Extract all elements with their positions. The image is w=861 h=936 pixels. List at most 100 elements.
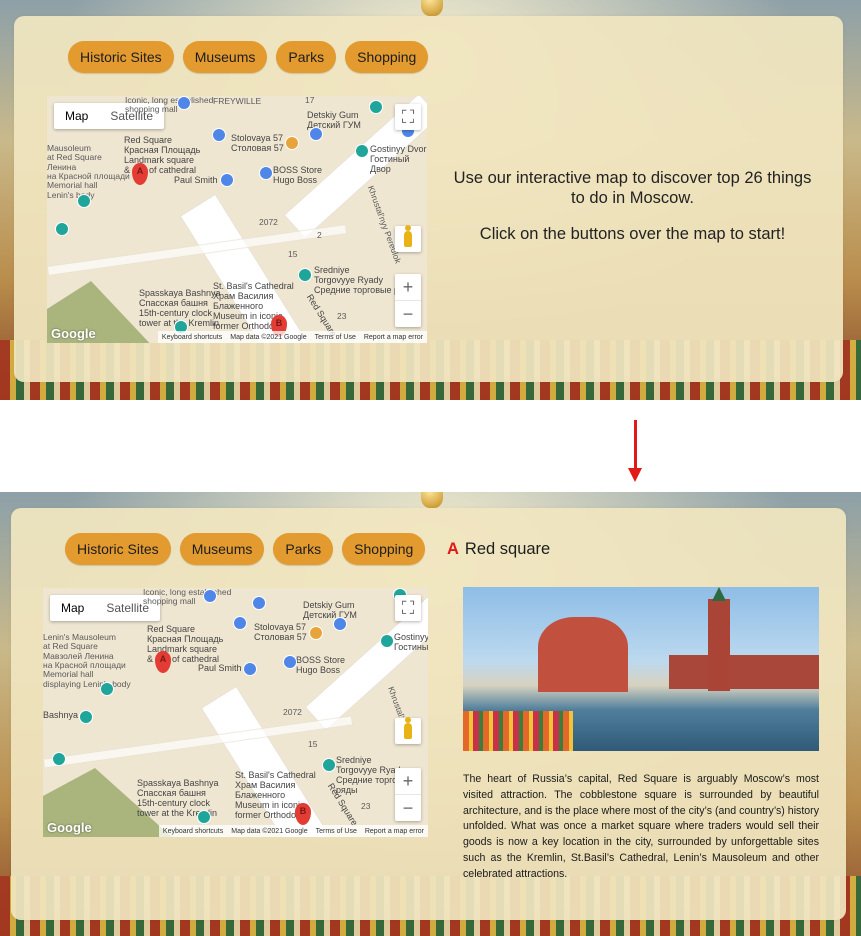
poi-attraction-icon[interactable] <box>197 810 211 824</box>
map-footer: Keyboard shortcuts Map data ©2021 Google… <box>157 331 427 343</box>
map-label: FREYWILLE <box>213 96 262 106</box>
dome-decor <box>421 492 443 508</box>
map-label: 17 <box>305 96 315 105</box>
kremlin-wall-shape <box>669 655 819 689</box>
screen-before: Historic Sites Museums Parks Shopping Ma… <box>0 0 861 400</box>
map-label: 2 <box>317 230 322 240</box>
google-logo: Google <box>51 326 96 341</box>
map-label: Gostinyy Гостины <box>394 632 428 652</box>
map-label: Mausoleum at Red Square Ленина на Красно… <box>47 143 130 200</box>
map-label: Stolovaya 57 Столовая 57 <box>254 622 307 642</box>
poi-shop-icon[interactable] <box>252 596 266 610</box>
poi-shop-icon[interactable] <box>283 655 297 669</box>
zoom-in-button[interactable]: + <box>395 768 421 794</box>
poi-restaurant-icon[interactable] <box>309 626 323 640</box>
poi-shop-icon[interactable] <box>220 173 234 187</box>
map-label: Bashnya <box>43 710 79 720</box>
report-error-link[interactable]: Report a map error <box>364 334 423 341</box>
map-road <box>43 716 353 768</box>
terms-link[interactable]: Terms of Use <box>316 828 357 835</box>
keyboard-shortcuts-link[interactable]: Keyboard shortcuts <box>162 334 222 341</box>
map-type-map[interactable]: Map <box>50 595 95 621</box>
place-title: A Red square <box>447 540 550 559</box>
map-type-map[interactable]: Map <box>54 103 99 129</box>
poi-attraction-icon[interactable] <box>55 222 69 236</box>
dome-decor <box>421 0 443 16</box>
interactive-map[interactable]: Map Satellite Iconic, long established s… <box>43 588 428 837</box>
intro-text: Use our interactive map to discover top … <box>445 168 820 260</box>
poi-attraction-icon[interactable] <box>298 268 312 282</box>
poi-attraction-icon[interactable] <box>79 710 93 724</box>
pegman-icon[interactable] <box>395 225 421 252</box>
map-label: Paul Smith <box>198 663 242 673</box>
flowers-shape <box>463 711 573 751</box>
keyboard-shortcuts-link[interactable]: Keyboard shortcuts <box>163 828 223 835</box>
map-label: Lenin's Mausoleum at Red Square Мавзолей… <box>43 632 131 689</box>
poi-shop-icon[interactable] <box>212 128 226 142</box>
fullscreen-icon[interactable]: ⛶ <box>395 104 421 130</box>
poi-attraction-icon[interactable] <box>380 634 394 648</box>
parks-button[interactable]: Parks <box>276 41 337 73</box>
map-label: Iconic, long established shopping mall <box>143 588 231 607</box>
poi-attraction-icon[interactable] <box>322 758 336 772</box>
google-logo: Google <box>47 820 92 835</box>
museums-button[interactable]: Museums <box>182 41 268 73</box>
map-footer: Keyboard shortcuts Map data ©2021 Google… <box>158 825 428 837</box>
poi-shop-icon[interactable] <box>177 96 191 110</box>
poi-shop-icon[interactable] <box>333 617 347 631</box>
place-name: Red square <box>464 540 551 558</box>
shopping-button[interactable]: Shopping <box>342 533 426 565</box>
map-marker-a[interactable]: A <box>132 163 148 185</box>
pegman-icon[interactable] <box>395 717 421 744</box>
poi-attraction-icon[interactable] <box>369 100 383 114</box>
map-label: 23 <box>337 311 347 321</box>
poi-attraction-icon[interactable] <box>52 752 66 766</box>
map-data-text: Map data ©2021 Google <box>231 827 308 835</box>
zoom-control: + − <box>395 768 421 821</box>
map-label: Detskiy Gum Детский ГУМ <box>303 600 357 620</box>
poi-attraction-icon[interactable] <box>355 144 369 158</box>
map-label: Iconic, long established shopping mall <box>125 96 214 115</box>
map-marker-a[interactable]: A <box>155 651 171 673</box>
poi-shop-icon[interactable] <box>203 589 217 603</box>
poi-attraction-icon[interactable] <box>100 682 114 696</box>
poi-attraction-icon[interactable] <box>77 194 91 208</box>
historic-sites-button[interactable]: Historic Sites <box>68 41 174 73</box>
category-buttons: Historic Sites Museums Parks Shopping <box>65 533 426 565</box>
zoom-control: + − <box>395 274 421 327</box>
parks-button[interactable]: Parks <box>273 533 334 565</box>
fullscreen-icon[interactable]: ⛶ <box>395 595 421 621</box>
poi-restaurant-icon[interactable] <box>285 136 299 150</box>
intro-line: Use our interactive map to discover top … <box>453 169 812 207</box>
poi-shop-icon[interactable] <box>259 166 273 180</box>
map-label: BOSS Store Hugo Boss <box>273 165 323 185</box>
poi-shop-icon[interactable] <box>243 662 257 676</box>
historic-sites-button[interactable]: Historic Sites <box>65 533 171 565</box>
map-label: 23 <box>361 801 371 811</box>
poi-shop-icon[interactable] <box>233 616 247 630</box>
map-label: Khrustal'nyy Pereulok <box>365 184 404 265</box>
zoom-in-button[interactable]: + <box>395 274 421 300</box>
museums-button[interactable]: Museums <box>179 533 265 565</box>
screen-after: Historic Sites Museums Parks Shopping Ma… <box>0 492 861 936</box>
transition-arrow <box>634 420 637 470</box>
map-data-text: Map data ©2021 Google <box>230 333 307 341</box>
interactive-map[interactable]: Map Satellite Iconic, long established s… <box>47 96 427 343</box>
terms-link[interactable]: Terms of Use <box>315 334 356 341</box>
poi-shop-icon[interactable] <box>309 127 323 141</box>
map-label: 15 <box>288 249 298 259</box>
place-photo <box>463 587 819 751</box>
place-letter: A <box>447 540 459 558</box>
report-error-link[interactable]: Report a map error <box>365 828 424 835</box>
zoom-out-button[interactable]: − <box>395 794 421 821</box>
map-label: 15 <box>308 739 318 749</box>
category-buttons: Historic Sites Museums Parks Shopping <box>68 41 429 73</box>
map-label: Stolovaya 57 Столовая 57 <box>231 133 284 153</box>
map-label: Paul Smith <box>174 175 218 185</box>
map-label: 2072 <box>259 217 278 227</box>
shopping-button[interactable]: Shopping <box>345 41 429 73</box>
cathedral-shape <box>538 617 628 692</box>
map-label: 2072 <box>283 707 302 717</box>
zoom-out-button[interactable]: − <box>395 300 421 327</box>
place-description: The heart of Russia’s capital, Red Squar… <box>463 773 819 880</box>
